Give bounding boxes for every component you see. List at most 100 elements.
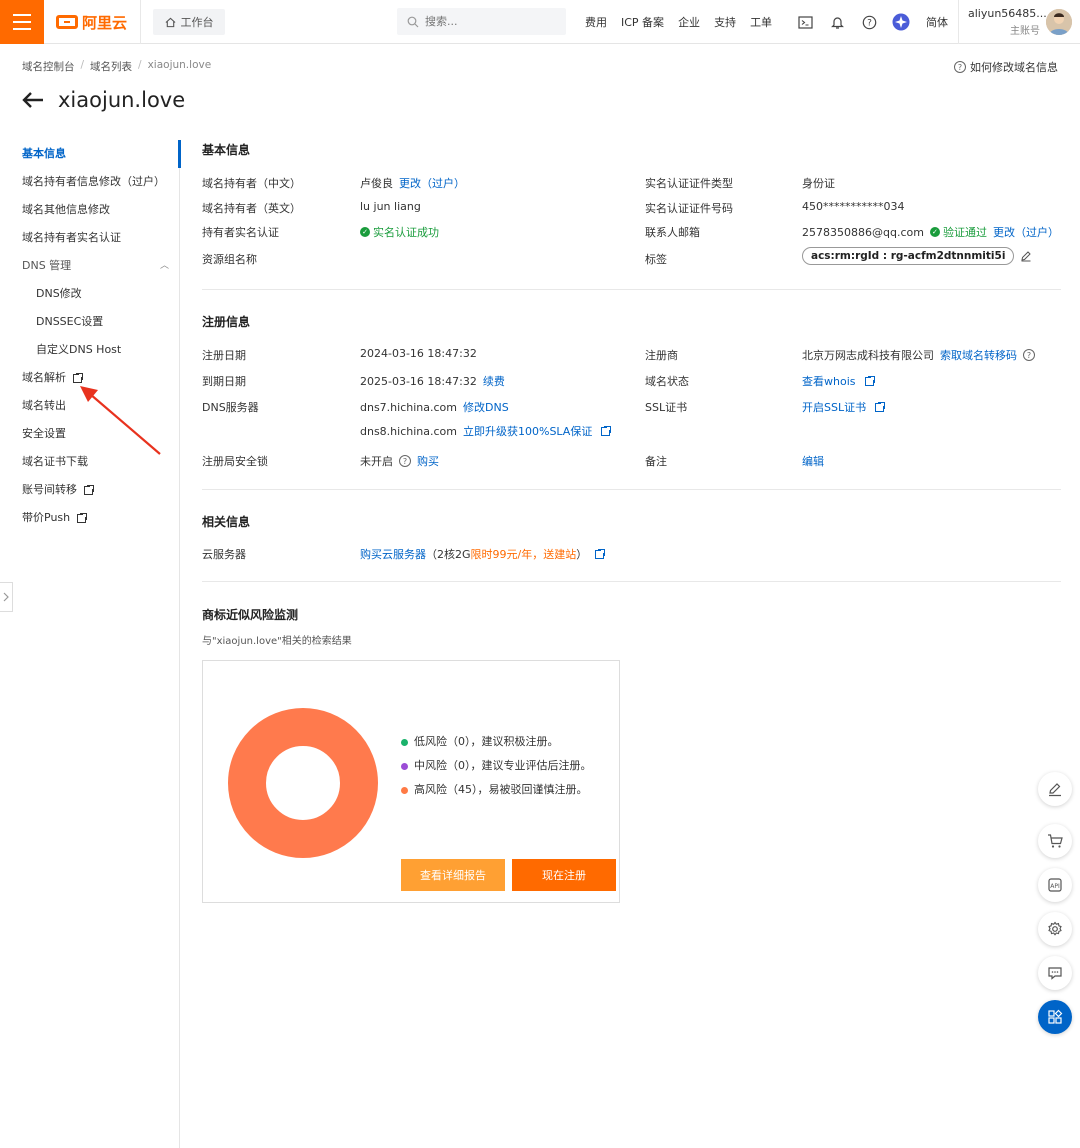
divider [202,581,1061,582]
breadcrumb-separator: / [80,59,85,71]
question-icon[interactable]: ? [1023,349,1035,361]
ssl-label: SSL证书 [645,401,688,414]
email-row: 2578350886@qq.com ✓ 验证通过 更改（过户） [802,224,1059,240]
feedback-edit-button[interactable] [1038,772,1072,806]
sidebar-item-account-transfer[interactable]: 账号间转移 [0,476,179,504]
apps-icon [1048,1009,1063,1024]
sidebar-collapse-toggle[interactable] [0,582,13,612]
active-indicator [178,140,181,168]
edit-icon[interactable] [1020,250,1032,262]
sidebar-item-holder-change[interactable]: 域名持有者信息修改（过户） [0,168,179,196]
lock-buy-link[interactable]: 购买 [417,453,439,469]
sidebar-item-dnssec[interactable]: DNSSEC设置 [0,308,179,336]
apps-button[interactable] [1038,1000,1072,1034]
email-change-link[interactable]: 更改（过户） [993,224,1059,240]
terminal-icon[interactable] [796,13,814,31]
annotation-arrow [80,386,161,455]
gear-icon [1048,921,1062,936]
external-link-icon[interactable] [595,547,607,559]
page-header: xiaojun.love [22,88,185,112]
chevron-up-icon: ︿ [159,261,169,271]
back-arrow-icon[interactable] [22,91,44,109]
nav-ticket[interactable]: 工单 [743,14,779,30]
realname-status: ✓ 实名认证成功 [360,224,439,240]
registrar-value: 北京万网志成科技有限公司 [802,349,934,362]
email-value: 2578350886@qq.com [802,225,924,239]
ssl-link[interactable]: 开启SSL证书 [802,399,887,415]
resource-group-label: 资源组名称 [202,253,257,266]
dns-label: DNS服务器 [202,401,259,414]
legend-high-risk: 高风险（45），易被驳回谨慎注册。 [401,779,611,800]
divider [202,289,1061,290]
message-button[interactable] [1038,956,1072,990]
exp-date-value: 2025-03-16 18:47:32 [360,374,477,388]
sidebar-item-dns-management[interactable]: DNS 管理 ︿ [0,252,179,280]
nav-cost[interactable]: 费用 [578,14,614,30]
holder-cn-change-link[interactable]: 更改（过户） [399,175,465,191]
external-link-icon [875,400,887,412]
top-nav: 费用 ICP 备案 企业 支持 工单 [578,0,779,44]
renew-link[interactable]: 续费 [483,373,505,389]
breadcrumb: 域名控制台 / 域名列表 / xiaojun.love [22,59,211,74]
question-icon[interactable]: ? [399,455,411,467]
dns1-value: dns7.hichina.com [360,400,457,414]
legend-bullet [401,738,408,746]
register-now-button[interactable]: 现在注册 [512,859,616,891]
registration-title: 注册信息 [202,315,251,329]
risk-legend: 低风险（0），建议积极注册。 中风险（0），建议专业评估后注册。 高风险（45）… [401,731,611,803]
sla-upgrade-link[interactable]: 立即升级获100%SLA保证 [463,423,592,439]
workbench-button[interactable]: 工作台 [153,9,225,35]
modify-dns-link[interactable]: 修改DNS [463,399,509,415]
registrar-label: 注册商 [645,349,678,362]
sidebar-item-basic-info[interactable]: 基本信息 [0,140,179,168]
sidebar-item-custom-dns-host[interactable]: 自定义DNS Host [0,336,179,364]
transfer-code-link[interactable]: 索取域名转移码 [940,347,1017,363]
sidebar-item-other-info[interactable]: 域名其他信息修改 [0,196,179,224]
search-box[interactable] [397,8,566,35]
holder-cn-label: 域名持有者（中文） [202,177,301,190]
chevron-right-icon [3,592,9,602]
how-to-modify-link[interactable]: ? 如何修改域名信息 [954,59,1058,75]
lock-value: 未开启 [360,455,393,468]
external-link-icon [77,511,89,523]
nav-support[interactable]: 支持 [707,14,743,30]
assistant-icon[interactable] [892,13,910,31]
external-link-icon [601,424,613,436]
note-edit-link[interactable]: 编辑 [802,453,824,469]
question-icon: ? [954,61,966,73]
lock-row: 未开启 ? 购买 [360,453,439,469]
trademark-title: 商标近似风险监测 [202,608,299,622]
hamburger-menu-icon[interactable] [0,0,44,44]
breadcrumb-domain-console[interactable]: 域名控制台 [22,59,75,74]
holder-cn-row: 卢俊良 更改（过户） [360,175,465,191]
dns2-value: dns8.hichina.com [360,424,457,438]
api-button[interactable]: API [1038,868,1072,902]
exp-date-label: 到期日期 [202,375,246,388]
settings-button[interactable] [1038,912,1072,946]
sidebar-item-price-push[interactable]: 带价Push [0,504,179,532]
language-switch[interactable]: 简体 [926,14,948,30]
nav-enterprise[interactable]: 企业 [671,14,707,30]
svg-text:?: ? [867,18,872,28]
account-info[interactable]: aliyun56485... 主账号 [968,7,1047,37]
breadcrumb-current: xiaojun.love [147,59,212,71]
sidebar-item-realname[interactable]: 域名持有者实名认证 [0,224,179,252]
search-input[interactable] [425,15,545,28]
cert-no-value: 450***********034 [802,200,905,213]
help-icon[interactable]: ? [860,13,878,31]
view-report-button[interactable]: 查看详细报告 [401,859,505,891]
cart-button[interactable] [1038,824,1072,858]
legend-bullet [401,786,408,794]
reg-date-value: 2024-03-16 18:47:32 [360,347,477,360]
breadcrumb-domain-list[interactable]: 域名列表 [90,59,132,74]
bell-icon[interactable] [828,13,846,31]
top-icons: ? [796,0,910,44]
sidebar-item-dns-modify[interactable]: DNS修改 [0,280,179,308]
whois-link[interactable]: 查看whois [802,373,876,389]
avatar[interactable] [1046,9,1072,35]
nav-icp[interactable]: ICP 备案 [614,14,671,30]
legend-mid-risk: 中风险（0），建议专业评估后注册。 [401,755,611,776]
aliyun-logo[interactable]: 阿里云 [56,12,127,32]
buy-cloud-server-link[interactable]: 购买云服务器 [360,546,426,562]
dns2-row: dns8.hichina.com 立即升级获100%SLA保证 [360,423,613,439]
